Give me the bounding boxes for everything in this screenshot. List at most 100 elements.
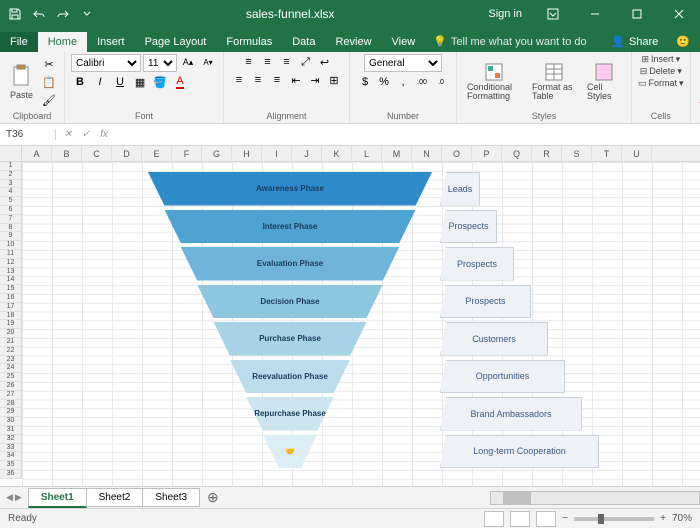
row-header[interactable]: 4 xyxy=(0,188,21,197)
col-header[interactable]: M xyxy=(382,146,412,161)
col-header[interactable]: D xyxy=(112,146,142,161)
paste-button[interactable]: Paste xyxy=(6,62,37,102)
sheet-tab-2[interactable]: Sheet2 xyxy=(86,488,144,507)
underline-icon[interactable]: U xyxy=(111,74,129,90)
row-header[interactable]: 34 xyxy=(0,452,21,461)
share-button[interactable]: 👤Share xyxy=(603,31,666,52)
format-as-table-button[interactable]: Format as Table xyxy=(528,61,580,103)
select-all-corner[interactable] xyxy=(0,146,22,162)
funnel-chart-object[interactable]: Awareness PhaseInterest PhaseEvaluation … xyxy=(148,172,628,474)
col-header[interactable]: P xyxy=(472,146,502,161)
indent-increase-icon[interactable]: ⇥ xyxy=(306,72,324,88)
row-header[interactable]: 13 xyxy=(0,268,21,277)
col-header[interactable]: B xyxy=(52,146,82,161)
tab-insert[interactable]: Insert xyxy=(87,32,135,52)
row-header[interactable]: 35 xyxy=(0,461,21,470)
worksheet-grid[interactable]: ABCDEFGHIJKLMNOPQRSTU 123456789101112131… xyxy=(0,146,700,486)
col-header[interactable]: I xyxy=(262,146,292,161)
row-header[interactable]: 20 xyxy=(0,329,21,338)
row-header[interactable]: 33 xyxy=(0,444,21,453)
row-header[interactable]: 14 xyxy=(0,276,21,285)
decrease-font-icon[interactable]: A▾ xyxy=(199,54,217,70)
page-layout-view-icon[interactable] xyxy=(510,511,530,527)
tab-home[interactable]: Home xyxy=(38,32,87,52)
tab-review[interactable]: Review xyxy=(325,32,381,52)
wrap-text-icon[interactable]: ↩ xyxy=(316,54,334,70)
row-header[interactable]: 29 xyxy=(0,408,21,417)
align-middle-icon[interactable]: ≡ xyxy=(259,54,277,70)
row-header[interactable]: 32 xyxy=(0,435,21,444)
tab-file[interactable]: File xyxy=(0,32,38,52)
row-header[interactable]: 8 xyxy=(0,224,21,233)
col-header[interactable]: A xyxy=(22,146,52,161)
row-header[interactable]: 3 xyxy=(0,180,21,189)
save-icon[interactable] xyxy=(4,3,26,25)
indent-decrease-icon[interactable]: ⇤ xyxy=(287,72,305,88)
align-center-icon[interactable]: ≡ xyxy=(249,72,267,88)
col-header[interactable]: H xyxy=(232,146,262,161)
fill-color-icon[interactable]: 🪣 xyxy=(151,74,169,90)
col-header[interactable]: T xyxy=(592,146,622,161)
align-right-icon[interactable]: ≡ xyxy=(268,72,286,88)
tab-pagelayout[interactable]: Page Layout xyxy=(135,32,217,52)
row-header[interactable]: 28 xyxy=(0,400,21,409)
row-header[interactable]: 25 xyxy=(0,373,21,382)
fx-icon[interactable]: fx xyxy=(96,129,112,140)
col-header[interactable]: U xyxy=(622,146,652,161)
number-format-select[interactable]: General xyxy=(364,54,442,72)
row-header[interactable]: 15 xyxy=(0,285,21,294)
add-sheet-button[interactable]: ⊕ xyxy=(199,489,227,506)
row-header[interactable]: 2 xyxy=(0,171,21,180)
col-header[interactable]: J xyxy=(292,146,322,161)
row-header[interactable]: 30 xyxy=(0,417,21,426)
decrease-decimal-icon[interactable]: .0 xyxy=(432,74,450,90)
sign-in-link[interactable]: Sign in xyxy=(482,8,528,20)
row-header[interactable]: 22 xyxy=(0,347,21,356)
row-header[interactable]: 1 xyxy=(0,162,21,171)
sheet-nav-next-icon[interactable]: ▶ xyxy=(15,492,22,503)
format-painter-icon[interactable]: 🖌 xyxy=(40,92,58,108)
row-headers[interactable]: 1234567891011121314151617181920212223242… xyxy=(0,162,22,479)
col-header[interactable]: Q xyxy=(502,146,532,161)
delete-cells-button[interactable]: ⊟Delete ▾ xyxy=(640,66,682,77)
col-header[interactable]: O xyxy=(442,146,472,161)
row-header[interactable]: 31 xyxy=(0,426,21,435)
italic-icon[interactable]: I xyxy=(91,74,109,90)
row-header[interactable]: 36 xyxy=(0,470,21,479)
col-header[interactable]: F xyxy=(172,146,202,161)
insert-cells-button[interactable]: ⊞Insert ▾ xyxy=(642,54,681,65)
row-header[interactable]: 17 xyxy=(0,303,21,312)
align-top-icon[interactable]: ≡ xyxy=(240,54,258,70)
cut-icon[interactable]: ✂ xyxy=(40,56,58,72)
tab-data[interactable]: Data xyxy=(282,32,325,52)
row-header[interactable]: 21 xyxy=(0,338,21,347)
col-header[interactable]: L xyxy=(352,146,382,161)
font-color-icon[interactable]: A xyxy=(171,74,189,90)
format-cells-button[interactable]: ▭Format ▾ xyxy=(638,78,684,89)
redo-icon[interactable] xyxy=(52,3,74,25)
row-header[interactable]: 23 xyxy=(0,356,21,365)
merge-icon[interactable]: ⊞ xyxy=(325,72,343,88)
tab-formulas[interactable]: Formulas xyxy=(216,32,282,52)
increase-font-icon[interactable]: A▴ xyxy=(179,54,197,70)
conditional-formatting-button[interactable]: Conditional Formatting xyxy=(463,61,525,103)
fill-icon[interactable]: ⬇ xyxy=(697,74,700,90)
col-header[interactable]: K xyxy=(322,146,352,161)
border-icon[interactable]: ▦ xyxy=(131,74,149,90)
feedback-icon[interactable]: 🙂 xyxy=(666,31,700,52)
percent-icon[interactable]: % xyxy=(375,74,393,90)
row-header[interactable]: 18 xyxy=(0,312,21,321)
sheet-tab-3[interactable]: Sheet3 xyxy=(142,488,200,507)
comma-icon[interactable]: , xyxy=(394,74,412,90)
align-left-icon[interactable]: ≡ xyxy=(230,72,248,88)
row-header[interactable]: 10 xyxy=(0,241,21,250)
align-bottom-icon[interactable]: ≡ xyxy=(278,54,296,70)
row-header[interactable]: 7 xyxy=(0,215,21,224)
normal-view-icon[interactable] xyxy=(484,511,504,527)
formula-input[interactable] xyxy=(116,129,700,140)
autosum-icon[interactable]: Σ xyxy=(697,57,700,73)
zoom-thumb[interactable] xyxy=(598,514,604,524)
undo-icon[interactable] xyxy=(28,3,50,25)
maximize-icon[interactable] xyxy=(620,0,654,28)
col-header[interactable]: G xyxy=(202,146,232,161)
